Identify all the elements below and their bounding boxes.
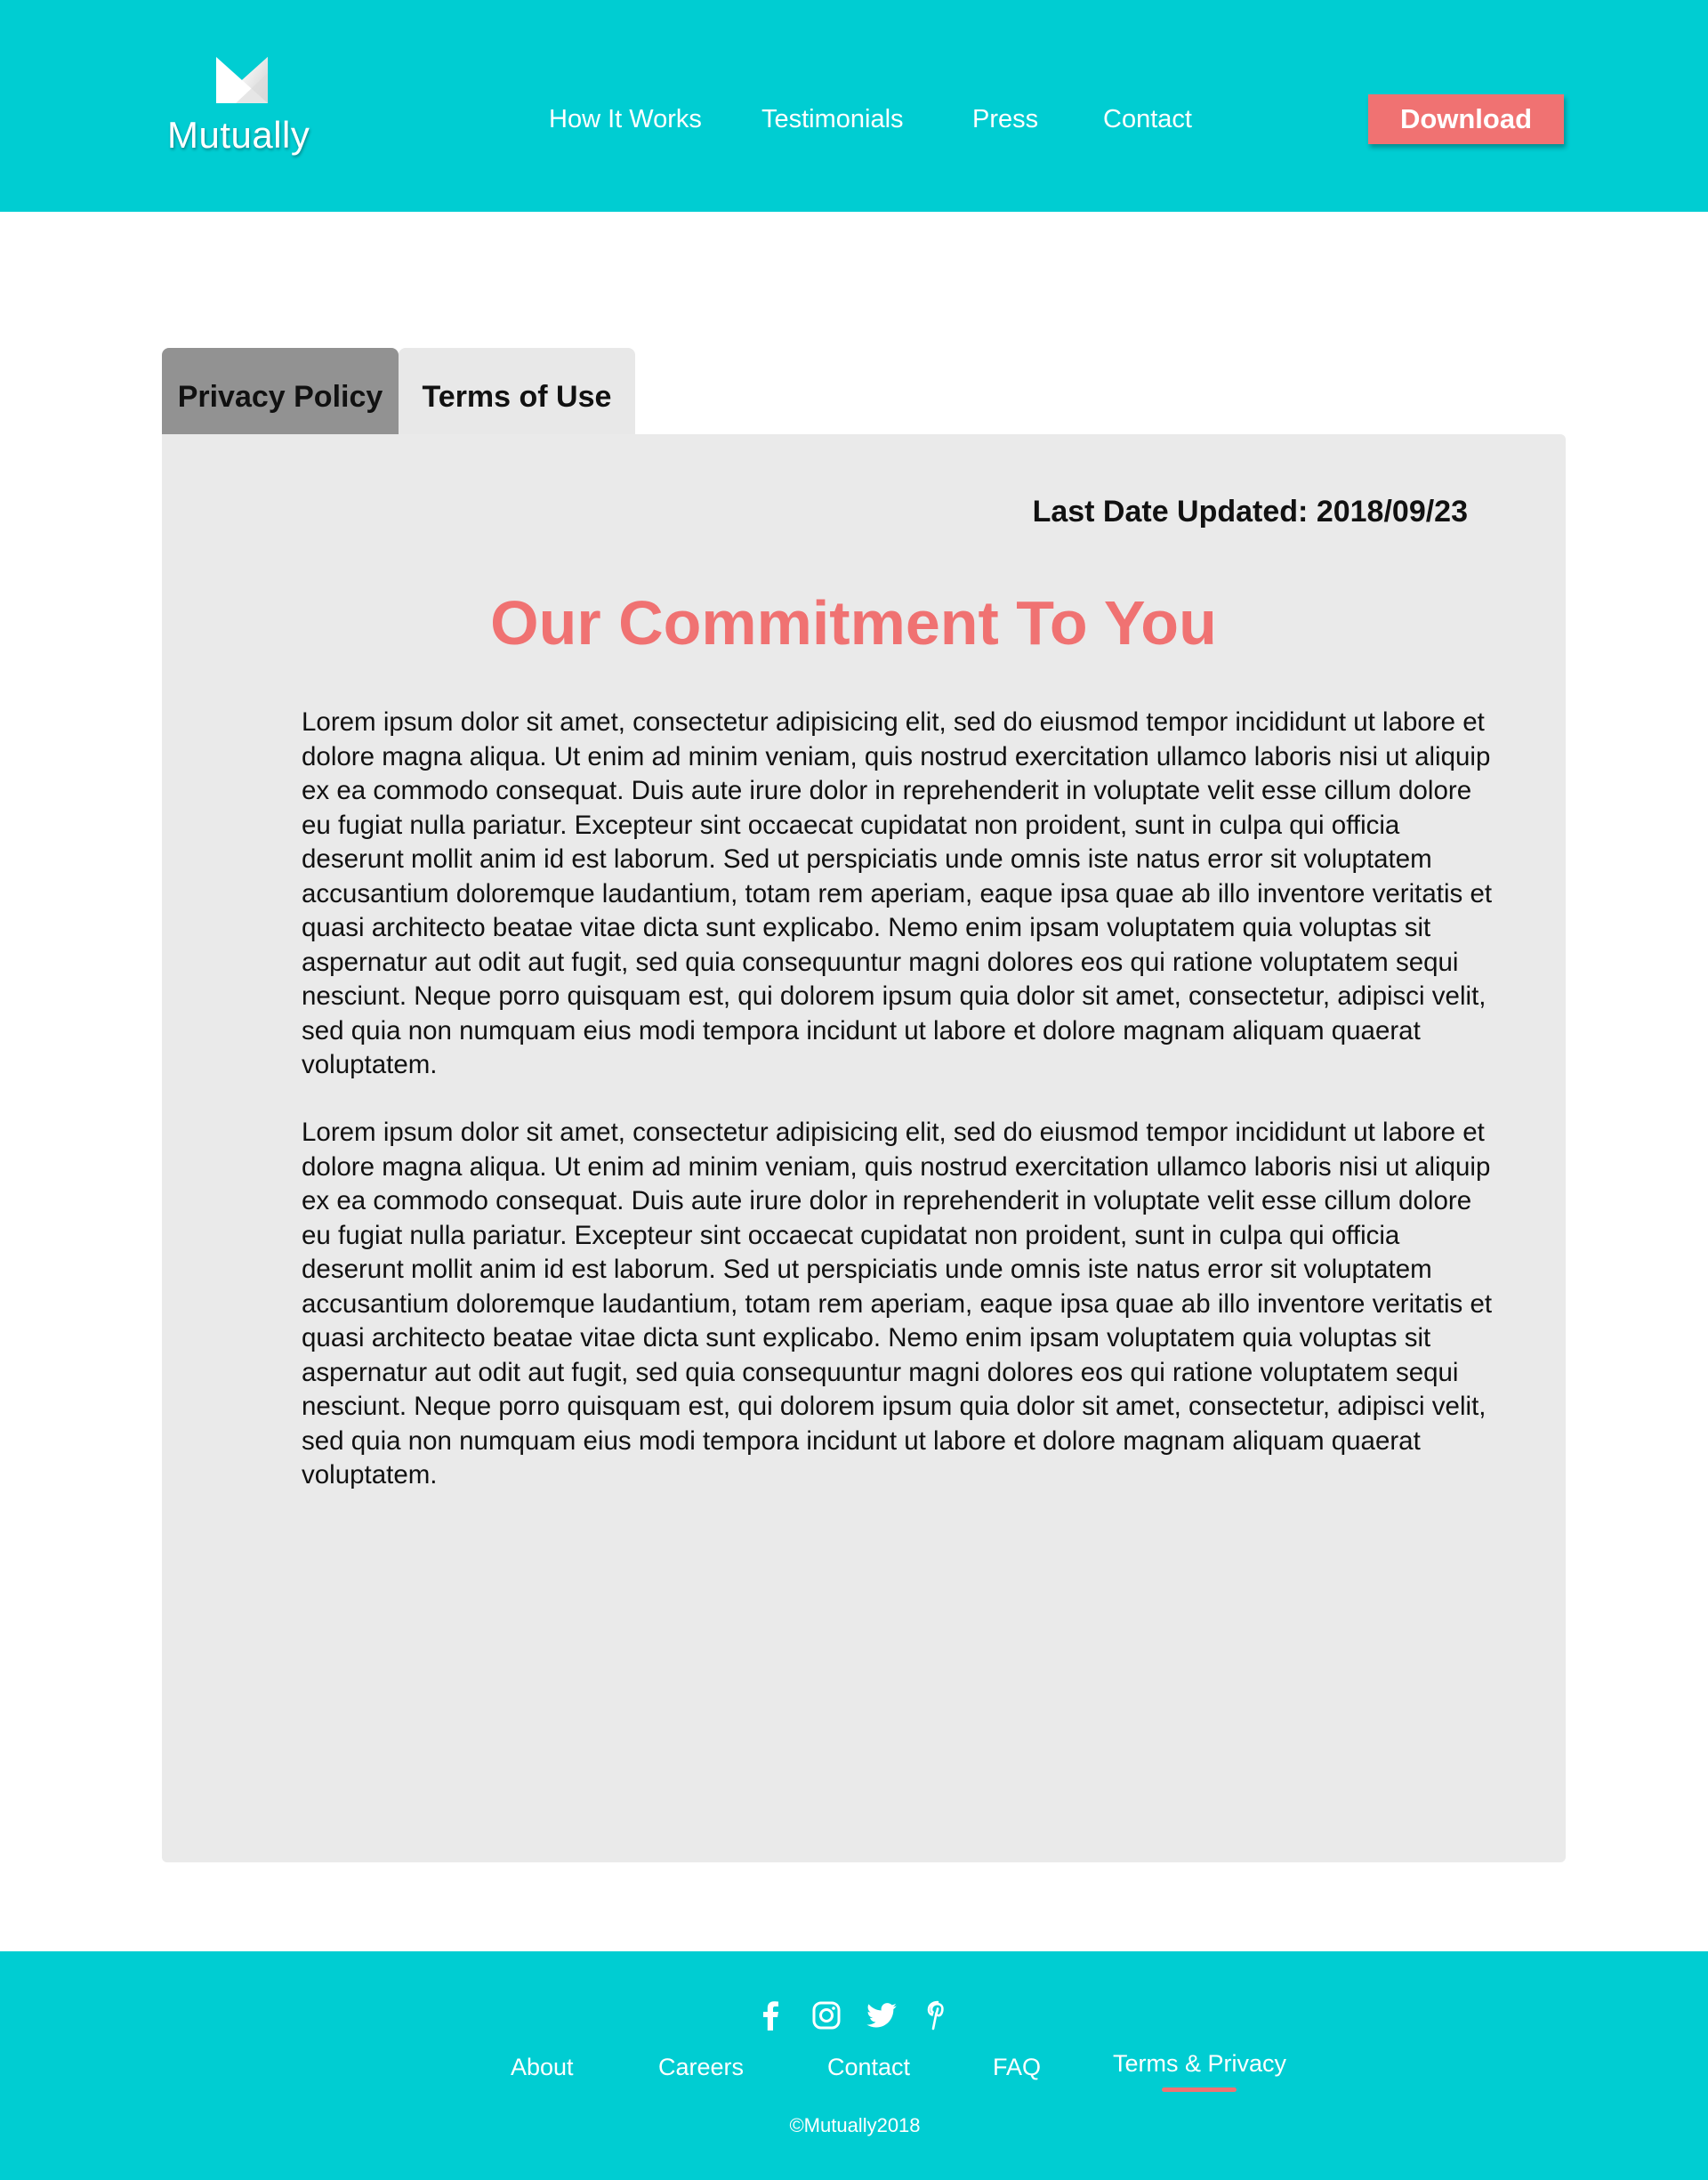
policy-panel: Last Date Updated: 2018/09/23 Our Commit… — [162, 434, 1566, 1862]
nav-contact[interactable]: Contact — [1103, 105, 1192, 134]
policy-paragraph: Lorem ipsum dolor sit amet, consectetur … — [302, 1118, 1493, 1490]
footer-link-careers[interactable]: Careers — [658, 2054, 744, 2081]
instagram-icon[interactable] — [809, 1998, 844, 2033]
footer-link-faq[interactable]: FAQ — [993, 2054, 1041, 2081]
twitter-icon[interactable] — [864, 1998, 899, 2033]
site-header: Mutually How It Works Testimonials Press… — [0, 0, 1708, 212]
download-button[interactable]: Download — [1368, 94, 1564, 144]
logo-text: Mutually — [167, 114, 310, 156]
pinterest-icon[interactable] — [920, 1998, 955, 2033]
site-footer: About Careers Contact FAQ Terms & Privac… — [0, 1951, 1708, 2180]
logo-mark-icon — [216, 57, 268, 103]
nav-testimonials[interactable]: Testimonials — [761, 105, 904, 134]
page-title: Our Commitment To You — [490, 588, 1217, 658]
footer-link-about[interactable]: About — [511, 2054, 574, 2081]
logo[interactable]: Mutually — [167, 57, 345, 173]
footer-link-terms-privacy[interactable]: Terms & Privacy — [1113, 2050, 1286, 2078]
nav-how-it-works[interactable]: How It Works — [549, 105, 702, 134]
facebook-icon[interactable] — [753, 1998, 788, 2033]
tab-terms-of-use[interactable]: Terms of Use — [399, 348, 635, 434]
active-link-underline — [1162, 2087, 1237, 2092]
footer-link-contact[interactable]: Contact — [827, 2054, 910, 2081]
tab-privacy-policy[interactable]: Privacy Policy — [162, 348, 399, 434]
policy-paragraph: Lorem ipsum dolor sit amet, consectetur … — [302, 707, 1493, 1079]
last-updated-date: Last Date Updated: 2018/09/23 — [1032, 495, 1468, 529]
nav-press[interactable]: Press — [972, 105, 1038, 134]
copyright-text: ©Mutually2018 — [789, 2114, 921, 2136]
